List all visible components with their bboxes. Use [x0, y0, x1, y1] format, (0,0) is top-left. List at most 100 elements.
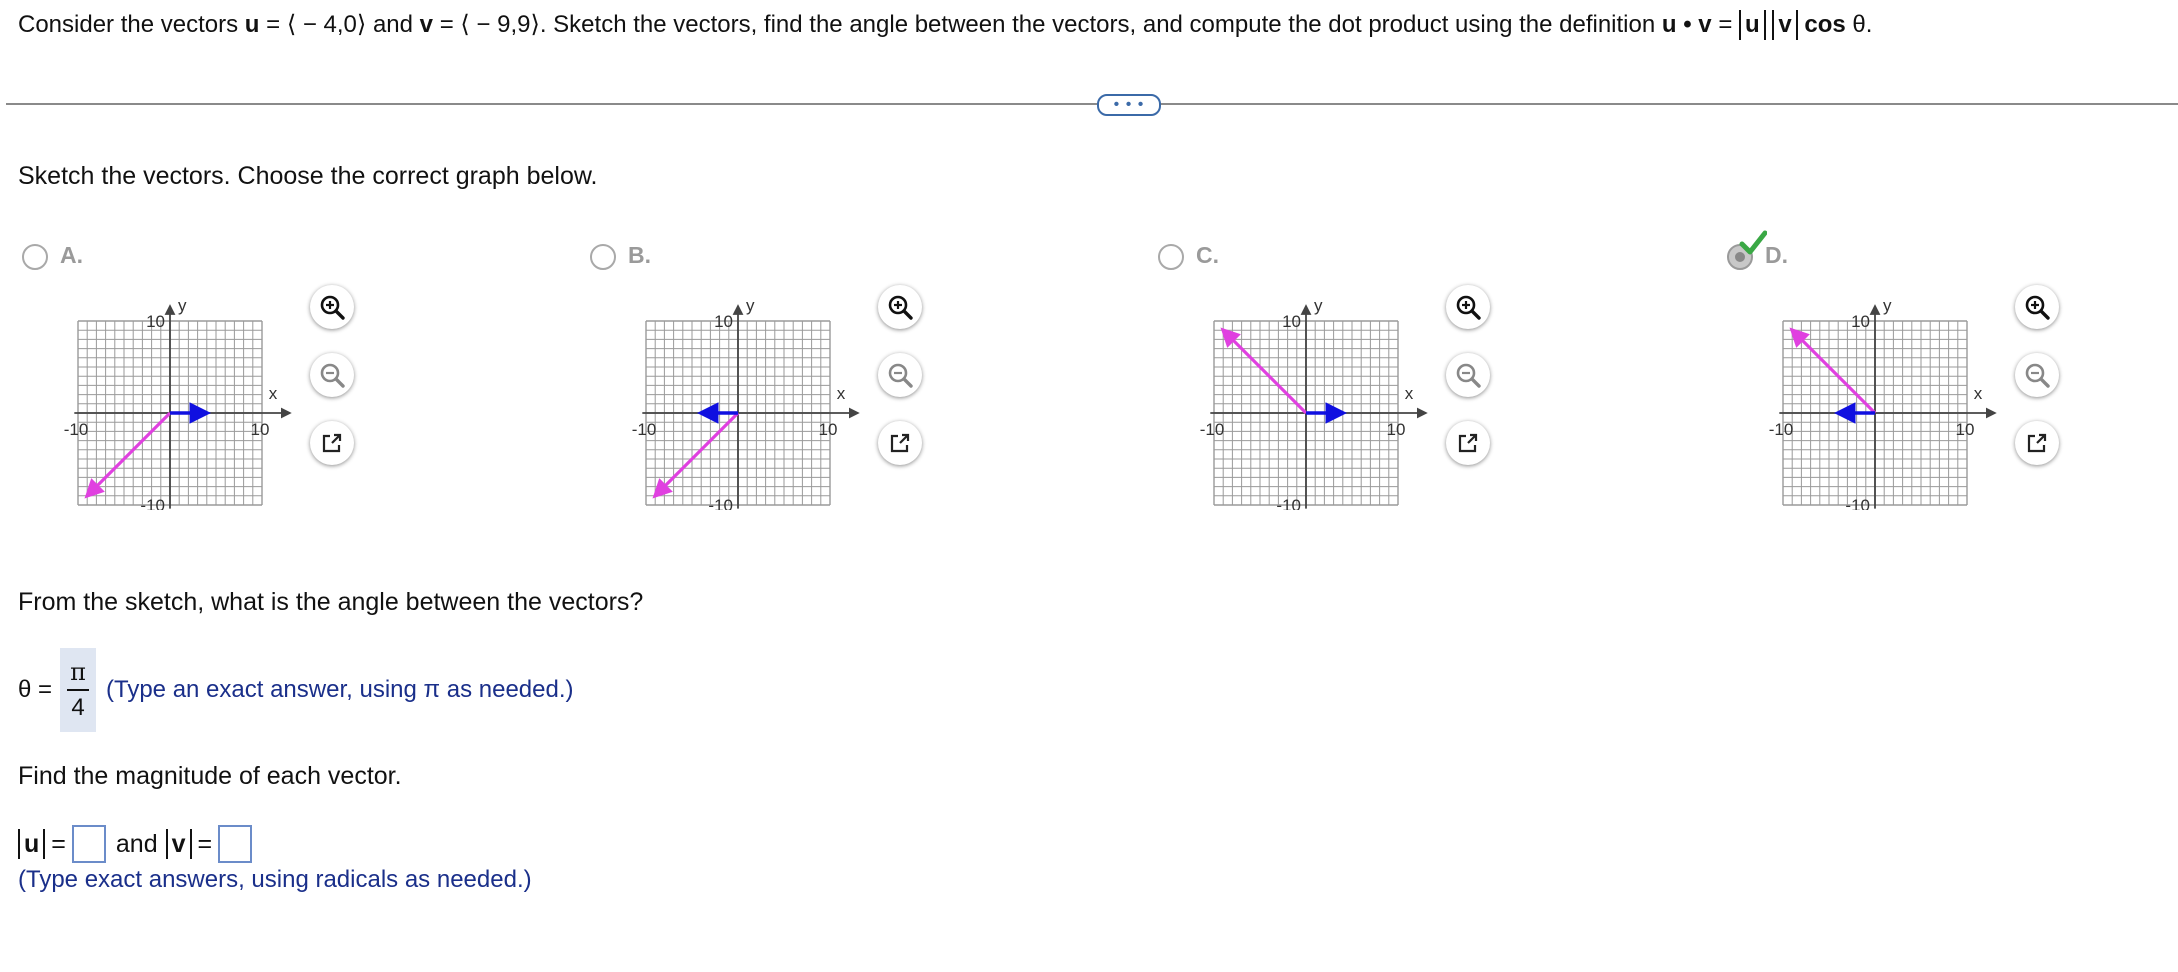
- y-tick-label: 10: [1282, 312, 1301, 331]
- zoom-out-button[interactable]: [310, 353, 354, 397]
- v-vector-arrow: [652, 411, 740, 499]
- abs-u: u: [1739, 10, 1766, 40]
- correct-check-icon: [1739, 230, 1767, 255]
- radio-button[interactable]: [22, 244, 48, 270]
- handle: [334, 377, 345, 388]
- x-tick-label: -10: [632, 420, 657, 439]
- zoom-out-icon: [888, 363, 913, 388]
- angle-prompt: From the sketch, what is the angle betwe…: [18, 588, 644, 616]
- more-button[interactable]: • • •: [1097, 94, 1161, 116]
- question-text: Consider the vectors u = ⟨ − 4,0⟩ and v …: [18, 10, 1873, 40]
- y-tick-label: -10: [708, 496, 733, 510]
- x-tick-label: -10: [1769, 420, 1794, 439]
- y-tick-label: 10: [714, 312, 733, 331]
- angle-hint: (Type an exact answer, using π as needed…: [106, 676, 574, 703]
- u-value: ⟨ − 4,0⟩: [286, 11, 367, 38]
- v-symbol: v: [419, 11, 434, 38]
- v-value: ⟨ − 9,9⟩: [460, 11, 540, 38]
- y-tick-label: -10: [1276, 496, 1301, 510]
- zoom-in-button[interactable]: [2015, 285, 2059, 329]
- zoom-in-icon: [2025, 295, 2050, 320]
- v-magnitude-input[interactable]: [218, 825, 253, 863]
- magnitude-row: u = and v =: [18, 824, 258, 864]
- y-tick-label: 10: [1851, 312, 1870, 331]
- fraction-denominator: 4: [71, 694, 85, 721]
- zoom-out-button[interactable]: [1446, 353, 1490, 397]
- zoom-out-icon: [2025, 363, 2050, 388]
- popout-icon: [890, 433, 910, 453]
- y-tick-label: -10: [140, 496, 165, 510]
- zoom-in-button[interactable]: [310, 285, 354, 329]
- x-tick-label: -10: [64, 420, 89, 439]
- popout-button[interactable]: [878, 421, 922, 465]
- choice-c[interactable]: C. x y 10 -10 -10 10: [1136, 238, 1696, 528]
- zoom-in-icon: [320, 295, 345, 320]
- fraction-bar: [67, 689, 89, 691]
- popout-button[interactable]: [1446, 421, 1490, 465]
- popout-button[interactable]: [310, 421, 354, 465]
- y-axis-label: y: [178, 296, 187, 315]
- choice-a[interactable]: A. x y 10 -10 -10 10: [0, 238, 560, 528]
- popout-icon: [1458, 433, 1478, 453]
- handle: [902, 309, 913, 320]
- handle: [902, 377, 913, 388]
- check-path: [1739, 230, 1767, 255]
- abs-v: v: [1772, 10, 1798, 40]
- u-symbol: u: [244, 11, 260, 38]
- y-axis-label: y: [1314, 296, 1323, 315]
- x-axis-label: x: [1405, 384, 1414, 403]
- zoom-in-icon: [888, 295, 913, 320]
- popout-icon: [2027, 433, 2047, 453]
- handle: [1470, 377, 1481, 388]
- x-tick-label: -10: [1200, 420, 1225, 439]
- popout-arrow: [1467, 433, 1478, 444]
- zoom-out-button[interactable]: [2015, 353, 2059, 397]
- abs-u-label: u: [18, 829, 46, 859]
- handle: [2039, 309, 2050, 320]
- v-vector-arrow: [84, 411, 172, 499]
- handle: [2039, 377, 2050, 388]
- zoom-in-button[interactable]: [878, 285, 922, 329]
- x-axis-label: x: [269, 384, 278, 403]
- y-axis-label: y: [1883, 296, 1892, 315]
- y-axis-label: y: [746, 296, 755, 315]
- y-tick-label: -10: [1845, 496, 1870, 510]
- popout-arrow: [899, 433, 910, 444]
- x-tick-label: 10: [251, 420, 270, 439]
- x-axis-label: x: [1974, 384, 1983, 403]
- zoom-out-button[interactable]: [878, 353, 922, 397]
- x-tick-label: 10: [1956, 420, 1975, 439]
- v-vector-arrow: [1220, 327, 1308, 415]
- x-tick-label: 10: [1387, 420, 1406, 439]
- radio-button[interactable]: [1158, 244, 1184, 270]
- fraction-numerator: π: [70, 658, 86, 686]
- x-axis-label: x: [837, 384, 846, 403]
- choice-letter: D.: [1765, 242, 1788, 268]
- choice-b[interactable]: B. x y 10 -10 -10 10: [568, 238, 1128, 528]
- popout-arrow: [331, 433, 342, 444]
- popout-button[interactable]: [2015, 421, 2059, 465]
- radio-button[interactable]: [590, 244, 616, 270]
- vector-graph: x y 10 -10 -10 10: [1769, 296, 1997, 510]
- angle-answer-field[interactable]: π 4: [60, 648, 96, 732]
- zoom-in-button[interactable]: [1446, 285, 1490, 329]
- vector-graph: x y 10 -10 -10 10: [632, 296, 860, 510]
- choice-letter: A.: [60, 242, 83, 268]
- popout-arrow: [2036, 433, 2047, 444]
- y-tick-label: 10: [146, 312, 165, 331]
- popout-icon: [322, 433, 342, 453]
- choice-d[interactable]: D. x y 10 -10 -10 10: [1705, 230, 2178, 528]
- choice-letter: B.: [628, 242, 651, 268]
- theta-label: θ =: [18, 676, 53, 703]
- choice-letter: C.: [1196, 242, 1219, 268]
- vector-graph: x y 10 -10 -10 10: [64, 296, 292, 510]
- section-divider: [6, 103, 2178, 105]
- u-magnitude-input[interactable]: [71, 825, 106, 863]
- zoom-out-icon: [320, 363, 345, 388]
- abs-v-label: v: [165, 829, 192, 859]
- v-vector-arrow: [1789, 327, 1877, 415]
- x-tick-label: 10: [819, 420, 838, 439]
- zoom-out-icon: [1456, 363, 1481, 388]
- handle: [1470, 309, 1481, 320]
- zoom-in-icon: [1456, 295, 1481, 320]
